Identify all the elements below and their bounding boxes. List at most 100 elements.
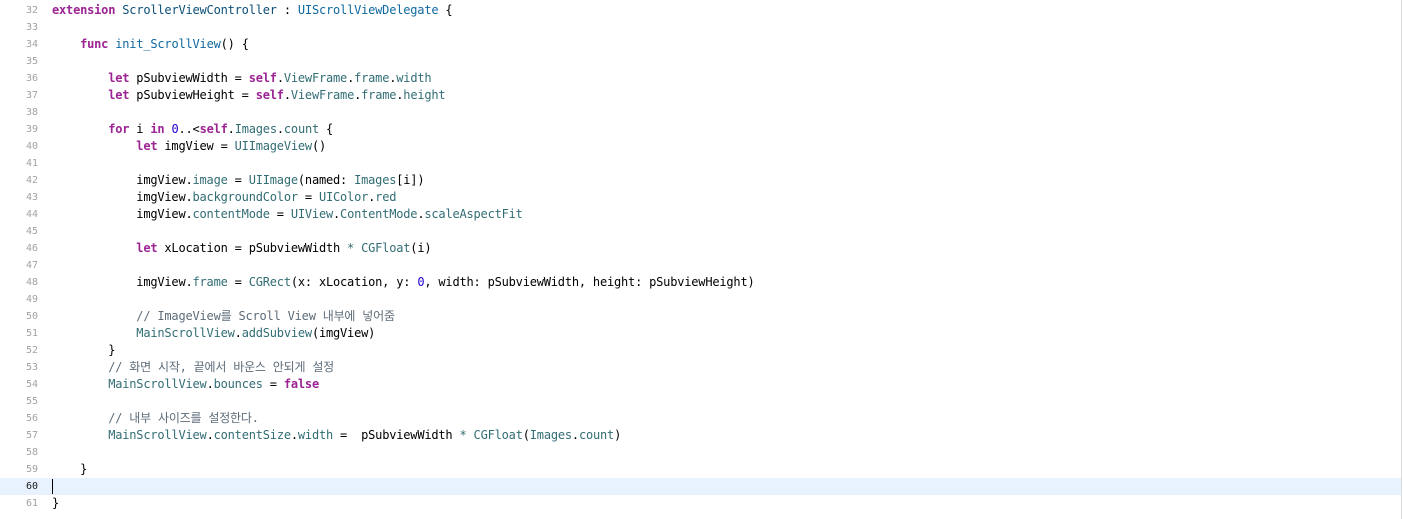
- code-line[interactable]: 43 imgView.backgroundColor = UIColor.red: [0, 189, 1401, 206]
- code-token: frame: [192, 275, 228, 289]
- line-number: 59: [25, 464, 38, 475]
- code-token: .: [206, 377, 214, 391]
- line-number: 33: [25, 22, 38, 33]
- line-number: 48: [25, 277, 38, 288]
- code-line[interactable]: 57 MainScrollView.contentSize.width = pS…: [0, 427, 1401, 444]
- code-token: contentMode: [192, 207, 270, 221]
- code-line[interactable]: 51 MainScrollView.addSubview(imgView): [0, 325, 1401, 342]
- code-line[interactable]: 46 let xLocation = pSubviewWidth * CGFlo…: [0, 240, 1401, 257]
- code-line[interactable]: 47: [0, 257, 1401, 274]
- code-token: =: [297, 190, 319, 204]
- code-token: bounces: [213, 377, 263, 391]
- code-token: // 화면 시작, 끝에서 바운스 안되게 설정: [108, 360, 335, 374]
- code-line[interactable]: 60: [0, 478, 1401, 495]
- code-line[interactable]: 54 MainScrollView.bounces = false: [0, 376, 1401, 393]
- line-number: 32: [25, 5, 38, 16]
- code-line[interactable]: 61}: [0, 495, 1401, 512]
- code-line[interactable]: 44 imgView.contentMode = UIView.ContentM…: [0, 206, 1401, 223]
- code-token: Images: [234, 122, 277, 136]
- code-token: (: [522, 428, 530, 442]
- code-line[interactable]: 59 }: [0, 461, 1401, 478]
- line-number: 56: [25, 413, 38, 424]
- code-token: =: [262, 377, 284, 391]
- code-token: = pSubviewWidth: [333, 428, 460, 442]
- code-token: pSubviewHeight =: [129, 88, 256, 102]
- code-token: xLocation = pSubviewWidth: [157, 241, 348, 255]
- code-text: let pSubviewWidth = self.ViewFrame.frame…: [52, 70, 431, 87]
- code-token: .: [206, 428, 214, 442]
- code-token: pSubviewWidth =: [129, 71, 249, 85]
- code-line[interactable]: 50 // ImageView를 Scroll View 내부에 넣어줌: [0, 308, 1401, 325]
- code-line[interactable]: 41: [0, 155, 1401, 172]
- code-text: }: [52, 342, 115, 359]
- code-line[interactable]: 55: [0, 393, 1401, 410]
- code-line[interactable]: 45: [0, 223, 1401, 240]
- code-token: UIView: [290, 207, 334, 221]
- code-editor[interactable]: 32 extension ScrollerViewController : UIS…: [0, 0, 1402, 519]
- line-number: 49: [25, 294, 38, 305]
- code-token: func: [80, 37, 109, 51]
- code-line[interactable]: 39 for i in 0..<self.Images.count {: [0, 121, 1401, 138]
- code-line[interactable]: 40 let imgView = UIImageView(): [0, 138, 1401, 155]
- code-line[interactable]: 52 }: [0, 342, 1401, 359]
- code-text: imgView.frame = CGRect(x: xLocation, y: …: [52, 274, 754, 291]
- code-token: [i]): [396, 173, 425, 187]
- code-token: red: [375, 190, 397, 204]
- code-line[interactable]: 35: [0, 53, 1401, 70]
- code-token: CGFloat: [361, 241, 411, 255]
- code-line[interactable]: 34 func init_ScrollView() {: [0, 36, 1401, 53]
- code-token: UIScrollViewDelegate: [297, 3, 439, 17]
- code-token: {: [319, 122, 334, 136]
- line-number: 47: [25, 260, 38, 271]
- code-line[interactable]: 49: [0, 291, 1401, 308]
- line-number: 44: [25, 209, 38, 220]
- code-line[interactable]: 38: [0, 104, 1401, 121]
- line-number: 37: [25, 90, 38, 101]
- code-token: imgView.: [52, 207, 193, 221]
- code-token: ViewFrame: [290, 88, 355, 102]
- code-line[interactable]: 56 // 내부 사이즈를 설정한다.: [0, 410, 1401, 427]
- line-number: 57: [25, 430, 38, 441]
- code-text: for i in 0..<self.Images.count {: [52, 121, 333, 138]
- line-number: 39: [25, 124, 38, 135]
- code-token: }: [52, 343, 116, 357]
- line-number: 50: [25, 311, 38, 322]
- line-number: 61: [25, 498, 38, 509]
- code-line[interactable]: 37 let pSubviewHeight = self.ViewFrame.f…: [0, 87, 1401, 104]
- code-line[interactable]: 32 extension ScrollerViewController : UIS…: [0, 2, 1401, 19]
- code-text: func init_ScrollView() {: [52, 36, 249, 53]
- code-token: height: [403, 88, 446, 102]
- line-number: 54: [25, 379, 38, 390]
- code-token: extension: [52, 3, 116, 17]
- code-text: let imgView = UIImageView(): [52, 138, 326, 155]
- code-line[interactable]: 58: [0, 444, 1401, 461]
- code-token: scaleAspectFit: [424, 207, 523, 221]
- code-token: ..<: [178, 122, 200, 136]
- code-token: self: [199, 122, 228, 136]
- code-line[interactable]: 42 imgView.image = UIImage(named: Images…: [0, 172, 1401, 189]
- code-token: ViewFrame: [283, 71, 348, 85]
- code-token: imgView.: [52, 173, 193, 187]
- code-line[interactable]: 33: [0, 19, 1401, 36]
- code-token: for: [108, 122, 130, 136]
- code-line[interactable]: 53 // 화면 시작, 끝에서 바운스 안되게 설정: [0, 359, 1401, 376]
- code-token: =: [227, 275, 249, 289]
- line-number: 35: [25, 56, 38, 67]
- code-token: UIColor: [318, 190, 369, 204]
- code-text: imgView.contentMode = UIView.ContentMode…: [52, 206, 523, 223]
- code-token: .: [283, 88, 291, 102]
- code-token: .: [276, 122, 284, 136]
- code-token: false: [283, 377, 319, 391]
- code-text: imgView.backgroundColor = UIColor.red: [52, 189, 396, 206]
- line-number: 52: [25, 345, 38, 356]
- code-line[interactable]: 36 let pSubviewWidth = self.ViewFrame.fr…: [0, 70, 1401, 87]
- code-line[interactable]: 48 imgView.frame = CGRect(x: xLocation, …: [0, 274, 1401, 291]
- code-token: ContentMode: [340, 207, 418, 221]
